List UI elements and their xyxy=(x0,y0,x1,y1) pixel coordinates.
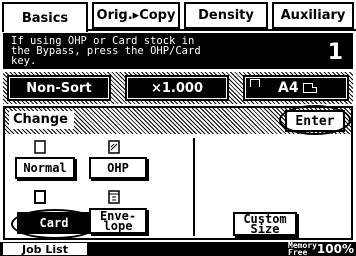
card-stock-icon xyxy=(34,190,46,204)
card-label: Card xyxy=(39,216,69,230)
memory-free-value: 100% xyxy=(316,242,354,256)
tab-divider xyxy=(88,29,356,31)
message-text: If using OHP or Card stock in the Bypass… xyxy=(11,35,201,67)
copier-screen: Basics Orig.▸Copy Density Auxiliary If u… xyxy=(0,0,356,256)
footer-bar: Job List Memory Free 100% xyxy=(0,242,356,256)
tab-density[interactable]: Density xyxy=(184,2,268,29)
message-bar: If using OHP or Card stock in the Bypass… xyxy=(3,33,353,69)
card-button[interactable]: Card xyxy=(17,212,91,234)
tab-label: Basics xyxy=(21,10,69,26)
change-panel: Change Enter Normal OHP Card Enve- lope … xyxy=(3,105,353,240)
enter-button[interactable]: Enter xyxy=(285,110,345,132)
job-list-label: Job List xyxy=(22,242,68,256)
tab-basics[interactable]: Basics xyxy=(2,2,88,32)
enter-label: Enter xyxy=(295,113,335,129)
tab-orig-copy[interactable]: Orig.▸Copy xyxy=(92,2,180,29)
memory-free-label: Memory Free xyxy=(288,242,317,256)
zoom-label: ×1.000 xyxy=(150,80,203,96)
normal-paper-button[interactable]: Normal xyxy=(15,157,75,179)
envelope-label-line2: lope xyxy=(103,219,133,233)
copy-count: 1 xyxy=(327,40,343,65)
ohp-label: OHP xyxy=(107,161,129,175)
transparency-icon xyxy=(108,140,120,154)
custom-label-line2: Size xyxy=(250,222,280,236)
custom-size-button[interactable]: Custom Size xyxy=(233,212,297,236)
sort-label: Non-Sort xyxy=(26,80,92,96)
tray-icon xyxy=(250,79,260,87)
envelope-icon xyxy=(108,190,120,204)
zoom-status[interactable]: ×1.000 xyxy=(125,75,229,101)
tab-label: Auxiliary xyxy=(280,8,346,23)
plain-paper-icon xyxy=(34,140,46,154)
tab-label: Density xyxy=(198,8,254,23)
paper-size-label: A4 xyxy=(278,80,299,96)
paper-size-status[interactable]: A4 xyxy=(243,75,349,101)
normal-label: Normal xyxy=(23,161,67,175)
tab-label: Orig.▸Copy xyxy=(96,8,176,23)
memory-line2: Free xyxy=(288,248,308,256)
tab-auxiliary[interactable]: Auxiliary xyxy=(272,2,354,29)
change-header: Change Enter xyxy=(5,105,351,135)
sort-status[interactable]: Non-Sort xyxy=(7,75,111,101)
change-label: Change xyxy=(9,111,74,129)
job-list-button[interactable]: Job List xyxy=(2,242,88,256)
status-row: Non-Sort ×1.000 A4 xyxy=(3,72,353,104)
landscape-paper-icon xyxy=(302,83,317,93)
ohp-button[interactable]: OHP xyxy=(89,157,147,179)
envelope-button[interactable]: Enve- lope xyxy=(89,208,147,234)
panel-divider xyxy=(193,138,195,236)
